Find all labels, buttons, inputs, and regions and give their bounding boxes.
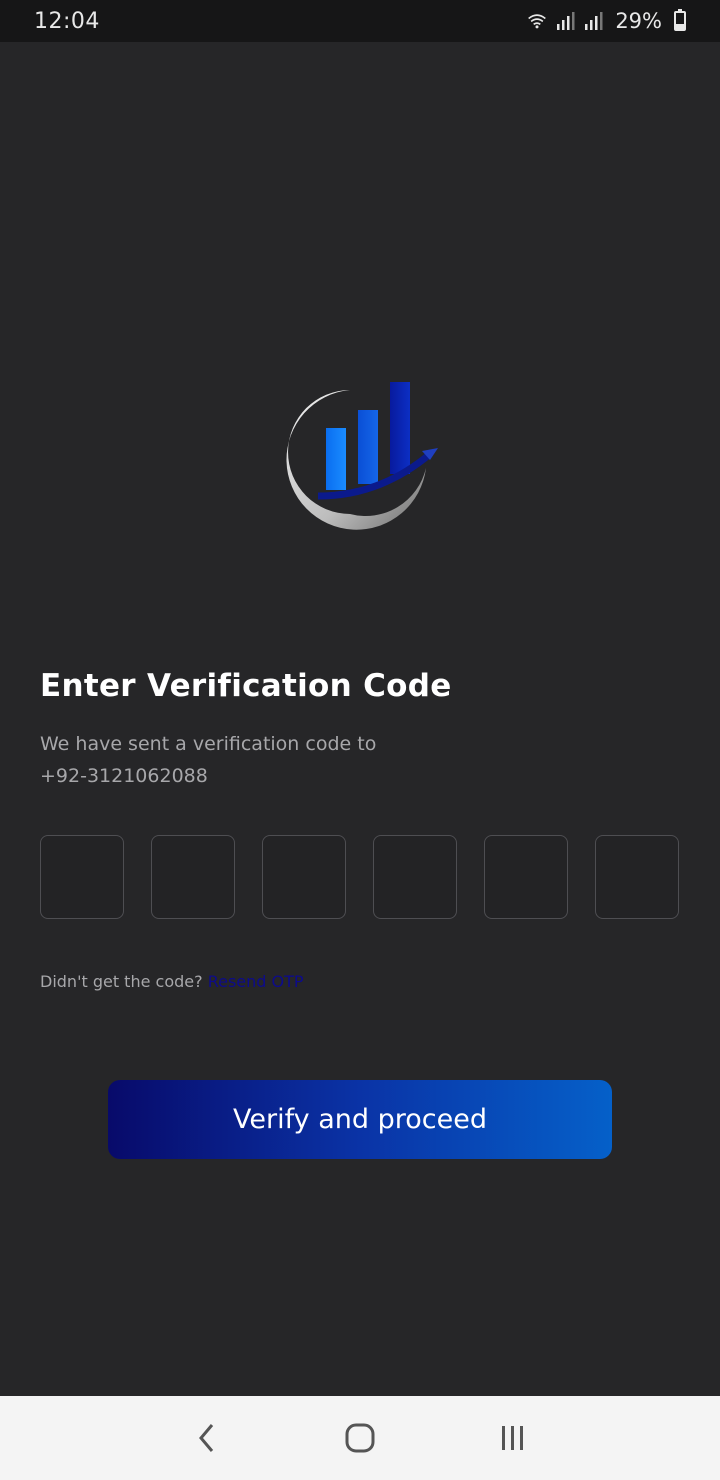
otp-digit-5[interactable] [484, 835, 568, 919]
otp-digit-4[interactable] [373, 835, 457, 919]
resend-otp-link[interactable]: Resend OTP [208, 972, 304, 991]
status-icons: 29% [527, 9, 686, 33]
resend-line: Didn't get the code? Resend OTP [40, 972, 304, 991]
otp-input-row [40, 835, 679, 919]
verification-message: We have sent a verification code to +92-… [40, 728, 460, 792]
otp-digit-1[interactable] [40, 835, 124, 919]
status-time: 12:04 [34, 8, 100, 34]
resend-prompt: Didn't get the code? [40, 972, 203, 991]
message-text: We have sent a verification code to [40, 733, 377, 755]
signal-icon [557, 12, 575, 30]
back-icon[interactable] [187, 1418, 227, 1458]
phone-number: +92-3121062088 [40, 765, 208, 787]
wifi-icon [528, 14, 547, 29]
signal-icon [585, 12, 603, 30]
otp-digit-2[interactable] [151, 835, 235, 919]
otp-digit-3[interactable] [262, 835, 346, 919]
status-bar: 12:04 29% [0, 0, 720, 42]
otp-digit-6[interactable] [595, 835, 679, 919]
page-title: Enter Verification Code [40, 668, 452, 704]
verification-screen: 12:04 29% Enter Verification Code We hav… [0, 0, 720, 1480]
home-icon[interactable] [340, 1418, 380, 1458]
battery-icon [674, 9, 686, 31]
app-logo [286, 382, 438, 530]
battery-percent: 29% [615, 9, 662, 33]
recents-icon[interactable] [493, 1418, 533, 1458]
navigation-bar [0, 1396, 720, 1480]
verify-button[interactable]: Verify and proceed [108, 1080, 612, 1159]
